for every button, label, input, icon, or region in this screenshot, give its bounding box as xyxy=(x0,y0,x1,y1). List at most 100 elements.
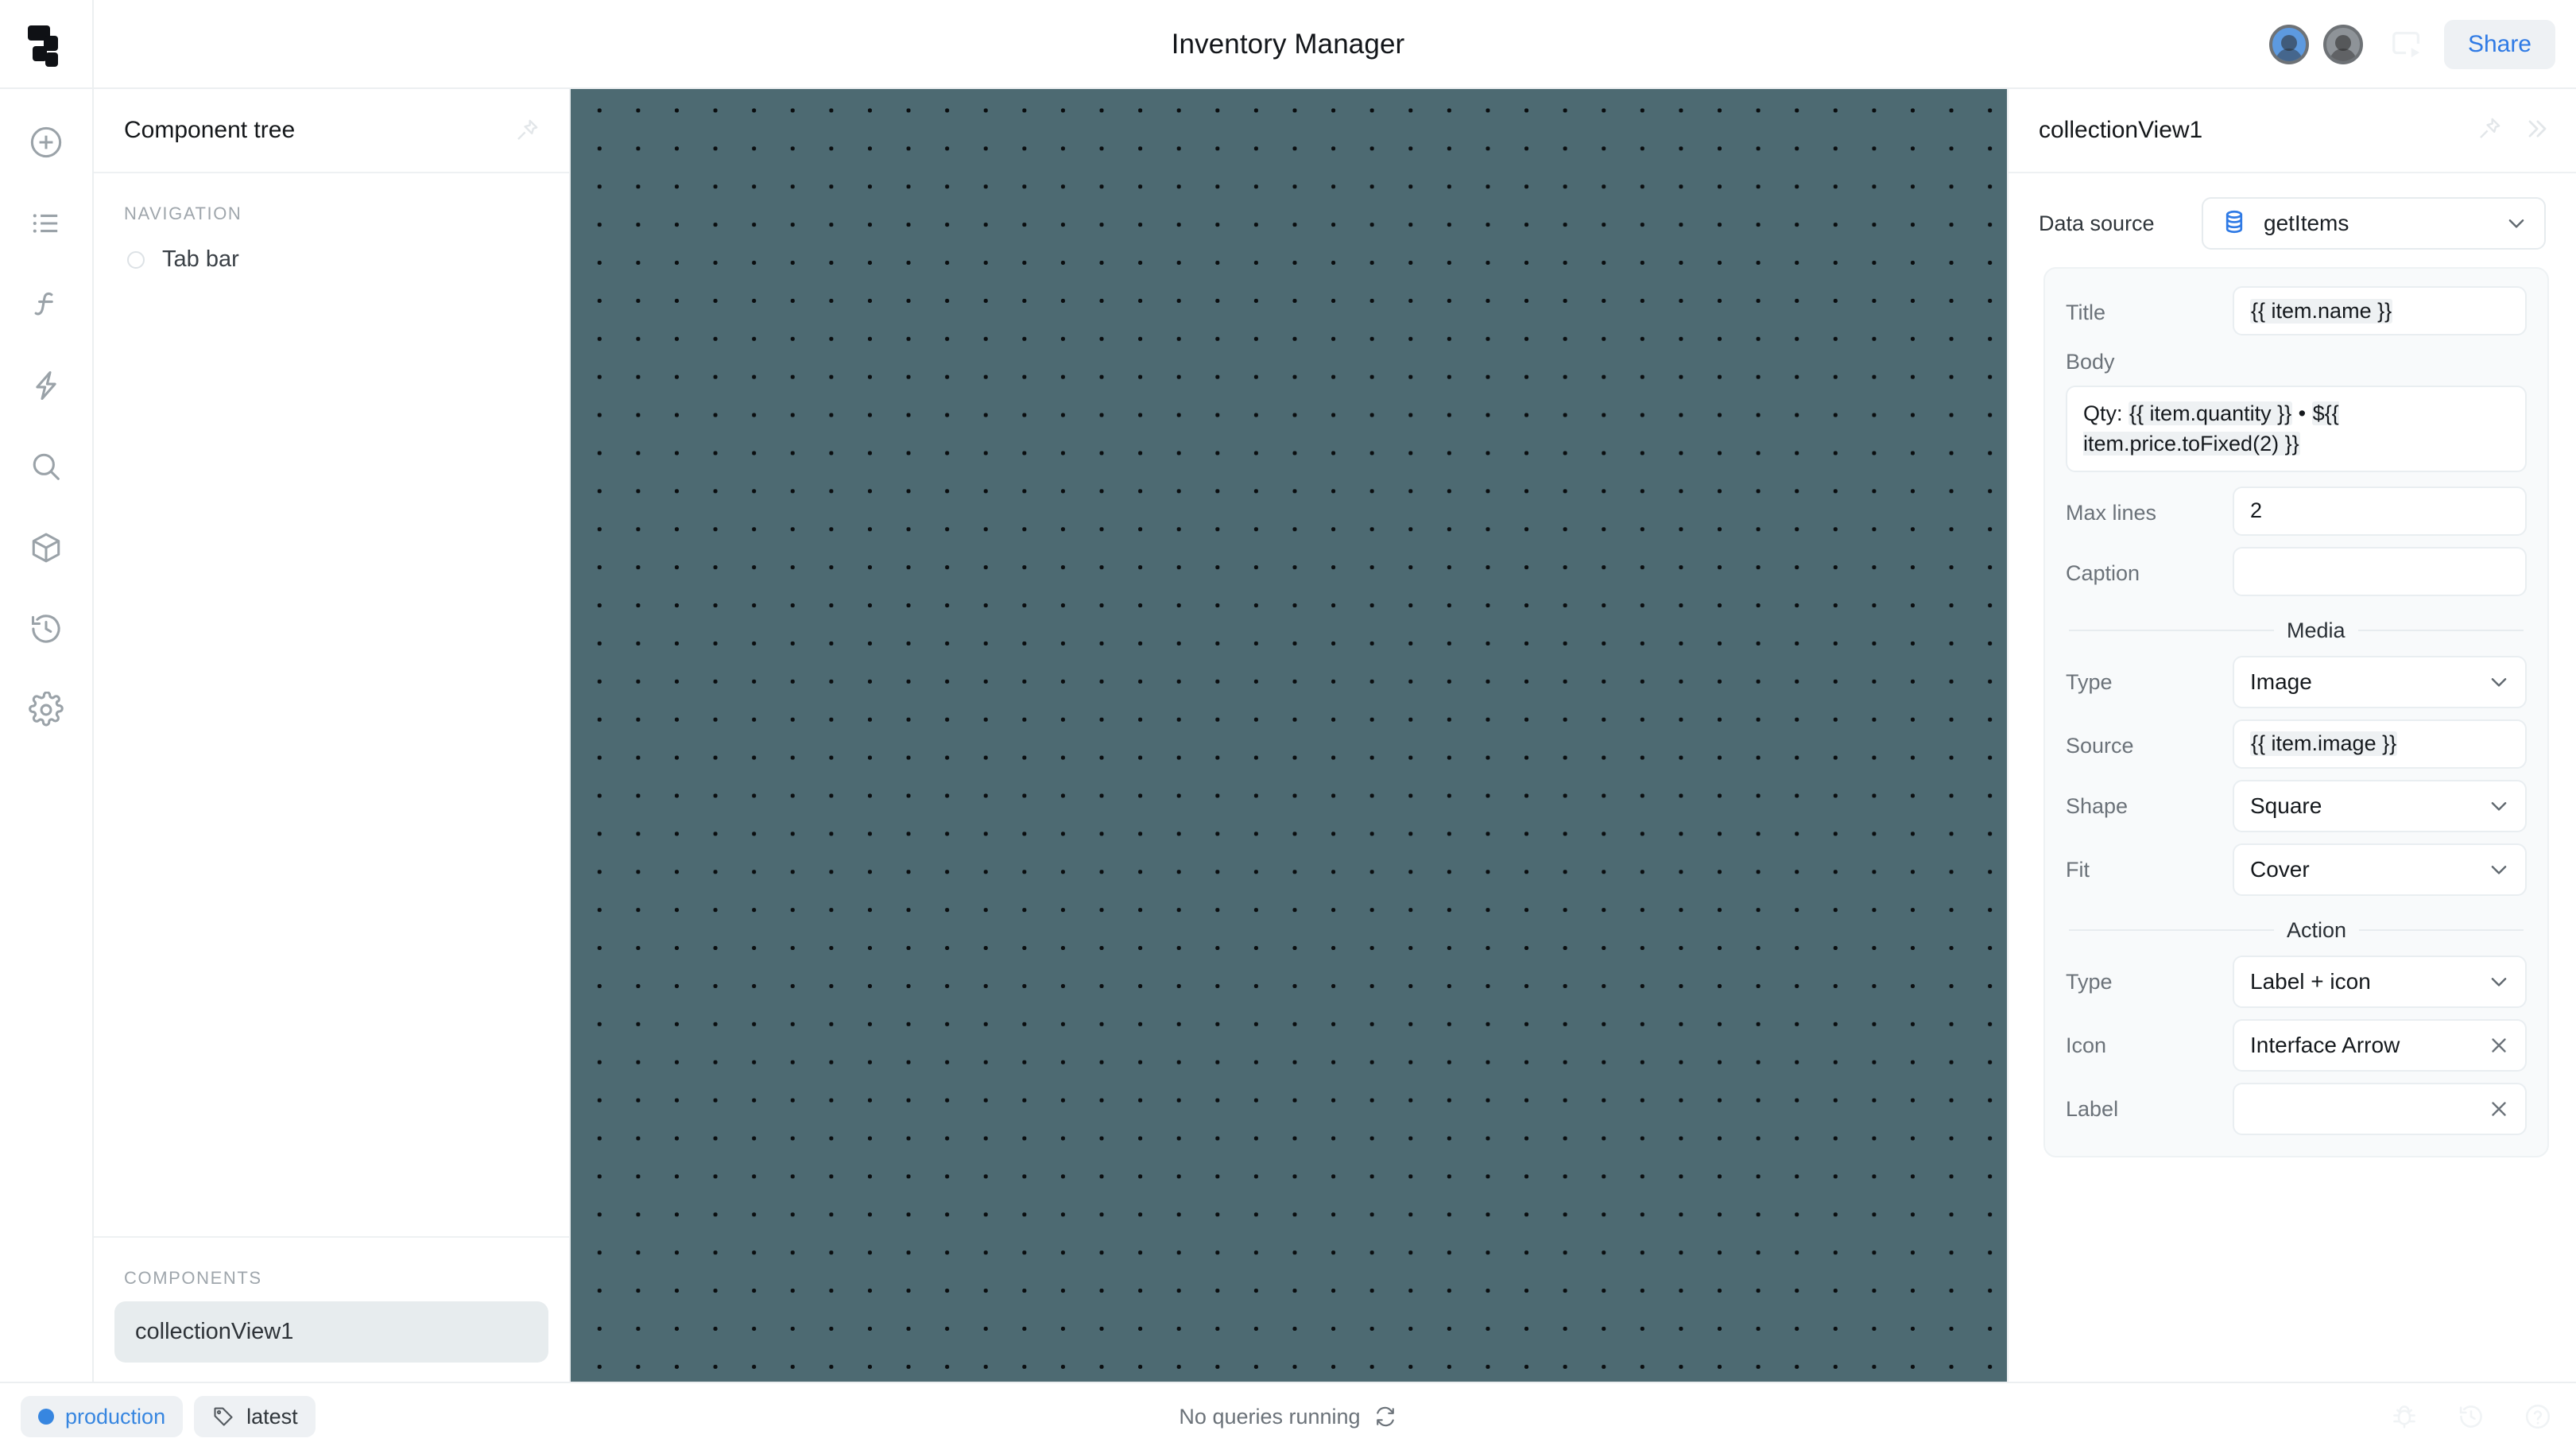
body-input[interactable]: Qty: {{ item.quantity }} • ${{ item.pric… xyxy=(2066,386,2527,472)
action-label-row: Label xyxy=(2066,1082,2527,1135)
inspector-header: collectionView1 xyxy=(2009,89,2576,173)
field-caption-label: Caption xyxy=(2066,560,2140,585)
media-shape-select[interactable]: Square xyxy=(2233,779,2527,832)
data-source-label: Data source xyxy=(2039,211,2155,235)
media-fit-value: Cover xyxy=(2250,856,2310,882)
action-section-label: Action xyxy=(2287,917,2347,942)
query-status: No queries running xyxy=(0,1405,2576,1429)
history-icon[interactable] xyxy=(21,604,71,653)
caption-input[interactable] xyxy=(2233,546,2527,596)
media-source-label: Source xyxy=(2066,733,2134,758)
history-icon[interactable] xyxy=(2457,1402,2485,1431)
field-title-row: Title {{ item.name }} xyxy=(2066,286,2527,335)
retool-logo xyxy=(28,25,64,67)
media-section-divider: Media xyxy=(2069,618,2524,643)
components-section-label: COMPONENTS xyxy=(124,1268,262,1288)
bottom-status-bar: production latest No queries running xyxy=(0,1382,2576,1450)
avatar[interactable] xyxy=(2268,25,2309,64)
environment-selector[interactable]: production xyxy=(21,1396,184,1437)
share-button[interactable]: Share xyxy=(2443,20,2555,69)
data-source-select[interactable]: getItems xyxy=(2202,197,2546,250)
action-icon-input[interactable]: Interface Arrow xyxy=(2233,1018,2527,1072)
field-title-label: Title xyxy=(2066,300,2106,324)
field-max-lines-row: Max lines 2 xyxy=(2066,486,2527,536)
divider-line-left xyxy=(2069,929,2274,932)
title-input[interactable]: {{ item.name }} xyxy=(2233,286,2527,335)
database-icon xyxy=(2221,208,2248,239)
list-icon[interactable] xyxy=(21,199,71,248)
media-type-select[interactable]: Image xyxy=(2233,655,2527,708)
pin-icon[interactable] xyxy=(513,117,540,144)
app-canvas[interactable] xyxy=(571,89,2007,1382)
max-lines-input[interactable]: 2 xyxy=(2233,486,2527,536)
action-label-input[interactable] xyxy=(2233,1082,2527,1135)
release-tag-selector[interactable]: latest xyxy=(194,1396,316,1437)
data-source-value: getItems xyxy=(2264,211,2349,235)
status-dot-icon xyxy=(38,1409,54,1425)
pin-icon[interactable] xyxy=(2476,115,2503,146)
gear-icon[interactable] xyxy=(21,685,71,735)
radio-circle-icon xyxy=(127,250,145,269)
tree-item-collectionview1[interactable]: collectionView1 xyxy=(114,1301,548,1363)
media-fit-label: Fit xyxy=(2066,857,2090,882)
media-fit-row: Fit Cover xyxy=(2066,843,2527,896)
cube-icon[interactable] xyxy=(21,523,71,572)
divider-line-right xyxy=(2359,929,2524,932)
action-section-divider: Action xyxy=(2069,918,2524,943)
media-source-input[interactable]: {{ item.image }} xyxy=(2233,719,2527,769)
lightning-icon[interactable] xyxy=(21,361,71,410)
action-type-label: Type xyxy=(2066,969,2113,994)
logo-cell[interactable] xyxy=(0,0,94,88)
body-value-static-2: • xyxy=(2292,401,2312,425)
bottom-bar-right xyxy=(2390,1402,2552,1431)
search-icon[interactable] xyxy=(21,442,71,491)
tag-icon xyxy=(211,1405,235,1429)
media-source-row: Source {{ item.image }} xyxy=(2066,719,2527,769)
media-fit-select[interactable]: Cover xyxy=(2233,843,2527,896)
close-icon[interactable] xyxy=(2487,1033,2511,1057)
field-body-row: Body Qty: {{ item.quantity }} • ${{ item… xyxy=(2066,350,2527,472)
action-icon-value: Interface Arrow xyxy=(2250,1032,2400,1057)
release-tag-label: latest xyxy=(246,1404,298,1429)
inspector-title: collectionView1 xyxy=(2039,117,2203,143)
chevron-down-icon xyxy=(2504,211,2528,235)
navigation-section-label: NAVIGATION xyxy=(124,204,242,223)
left-icon-rail xyxy=(0,89,94,1382)
help-icon[interactable] xyxy=(2524,1402,2552,1431)
bottom-bar-left: production latest xyxy=(0,1396,316,1437)
action-type-select[interactable]: Label + icon xyxy=(2233,955,2527,1008)
add-circle-icon[interactable] xyxy=(21,118,71,167)
avatar[interactable] xyxy=(2322,25,2363,64)
preview-play-icon[interactable] xyxy=(2385,22,2430,67)
close-icon[interactable] xyxy=(2487,1097,2511,1121)
body-value-static-1: Qty: xyxy=(2083,401,2129,425)
chevron-down-icon xyxy=(2487,794,2511,818)
canvas-viewport xyxy=(571,89,2007,1382)
action-type-row: Type Label + icon xyxy=(2066,955,2527,1008)
function-icon[interactable] xyxy=(21,280,71,329)
bug-icon[interactable] xyxy=(2390,1402,2419,1431)
tree-item-tab-bar[interactable]: Tab bar xyxy=(113,237,550,282)
action-label-label: Label xyxy=(2066,1096,2119,1121)
component-tree-header: Component tree xyxy=(94,89,569,173)
field-max-lines-label: Max lines xyxy=(2066,500,2157,525)
field-body-label: Body xyxy=(2066,350,2115,374)
top-bar-actions: Share xyxy=(2268,0,2555,89)
media-source-value: {{ item.image }} xyxy=(2250,731,2398,757)
action-icon-label: Icon xyxy=(2066,1033,2107,1057)
inspector-properties-card: Title {{ item.name }} Body Qty: {{ item.… xyxy=(2043,267,2549,1157)
media-type-label: Type xyxy=(2066,669,2113,694)
body-value-template-1: {{ item.quantity }} xyxy=(2129,401,2293,425)
chevron-double-right-icon[interactable] xyxy=(2522,115,2549,146)
media-section-label: Media xyxy=(2287,618,2346,642)
inspector-header-actions xyxy=(2476,115,2549,146)
chevron-down-icon xyxy=(2487,858,2511,882)
tree-item-label: Tab bar xyxy=(162,246,239,272)
chevron-down-icon xyxy=(2487,970,2511,994)
divider-line-left xyxy=(2069,630,2274,632)
media-shape-label: Shape xyxy=(2066,793,2129,818)
component-tree-body: NAVIGATION Tab bar xyxy=(94,173,569,1236)
divider-line-right xyxy=(2357,630,2524,632)
query-status-text: No queries running xyxy=(1179,1404,1361,1429)
media-shape-value: Square xyxy=(2250,793,2322,818)
